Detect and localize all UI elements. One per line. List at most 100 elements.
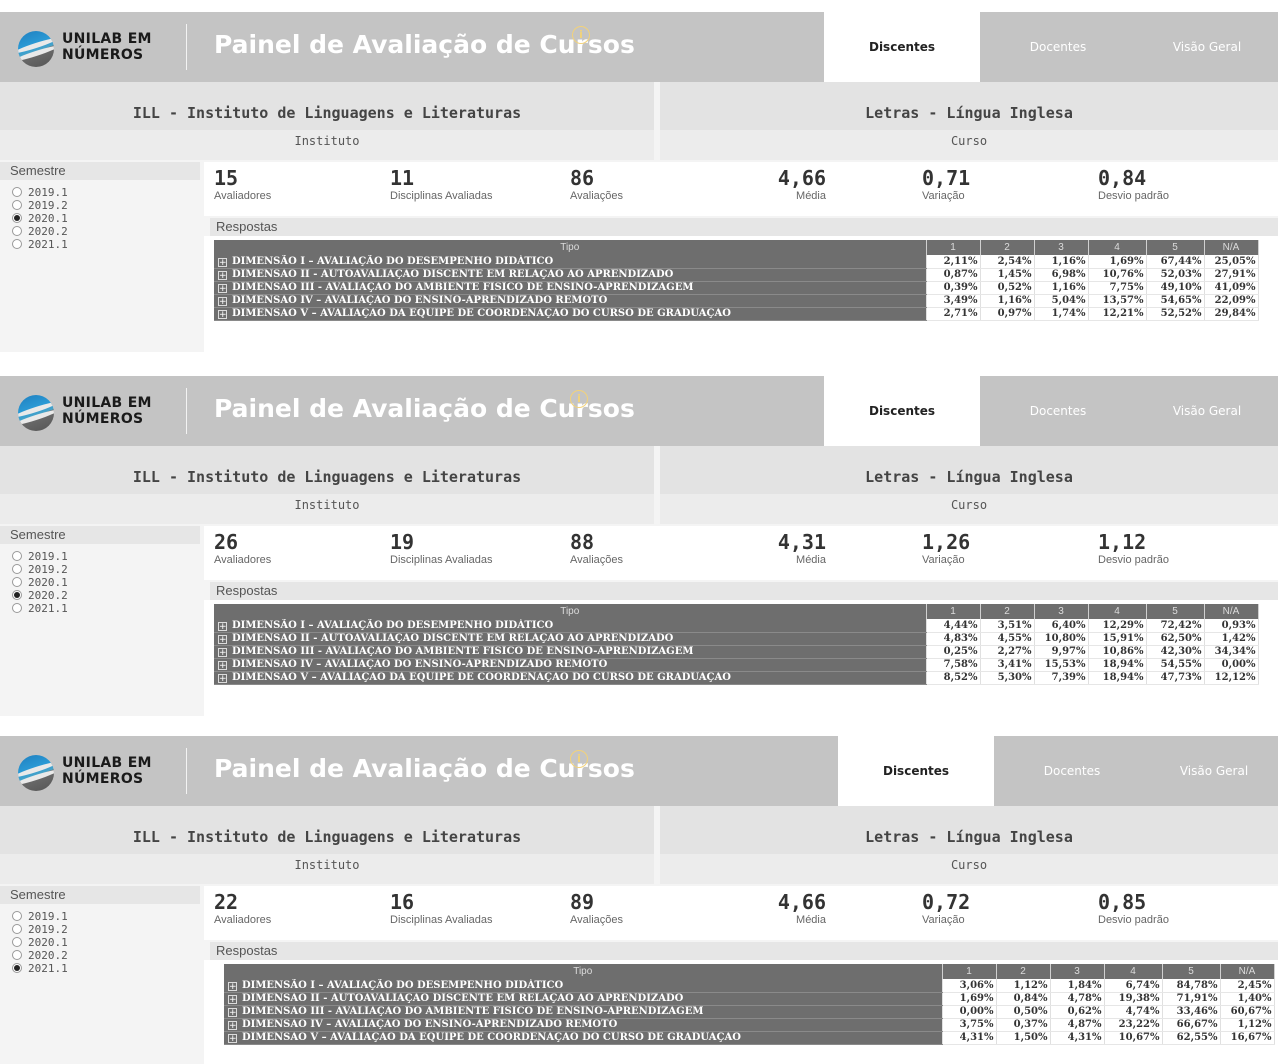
tab-docentes[interactable]: Docentes [980, 376, 1136, 446]
semester-option-2020-1[interactable]: 2020.1 [12, 576, 68, 589]
semester-option-2019-1[interactable]: 2019.1 [12, 186, 68, 199]
radio-button-icon[interactable] [12, 950, 22, 960]
column-header-na[interactable]: N/A [1204, 240, 1259, 255]
column-header-4[interactable]: 4 [1104, 964, 1163, 979]
expand-plus-icon[interactable]: + [218, 674, 227, 683]
column-header-5[interactable]: 5 [1162, 964, 1221, 979]
radio-button-icon[interactable] [12, 551, 22, 561]
radio-button-icon[interactable] [12, 239, 22, 249]
semester-option-2019-2[interactable]: 2019.2 [12, 563, 68, 576]
radio-button-icon[interactable] [12, 226, 22, 236]
semester-option-2020-2[interactable]: 2020.2 [12, 949, 68, 962]
radio-button-icon[interactable] [12, 590, 22, 600]
radio-button-icon[interactable] [12, 564, 22, 574]
column-header-tipo[interactable]: Tipo [214, 604, 927, 619]
info-circle-icon[interactable]: i [572, 26, 590, 44]
radio-button-icon[interactable] [12, 937, 22, 947]
column-header-1[interactable]: 1 [926, 604, 981, 619]
info-circle-icon[interactable]: i [570, 390, 588, 408]
expand-plus-icon[interactable]: + [218, 284, 227, 293]
radio-button-icon[interactable] [12, 911, 22, 921]
unilab-logo[interactable]: UNILAB EM NÚMEROS [18, 393, 168, 431]
dimension-cell[interactable]: + DIMENSÃO V – AVALIAÇÃO DA EQUIPE DE COO… [214, 307, 927, 321]
column-header-2[interactable]: 2 [996, 964, 1051, 979]
dimension-cell[interactable]: + DIMENSÃO V – AVALIAÇÃO DA EQUIPE DE COO… [224, 1031, 943, 1045]
dimension-cell[interactable]: + DIMENSÃO I – AVALIAÇÃO DO DESEMPENHO DI… [224, 979, 943, 993]
expand-plus-icon[interactable]: + [218, 271, 227, 280]
column-header-3[interactable]: 3 [1034, 240, 1089, 255]
dimension-cell[interactable]: + DIMENSÃO III - AVALIAÇÃO DO AMBIENTE FÍ… [214, 645, 927, 659]
dimension-cell[interactable]: + DIMENSÃO IV – AVALIAÇÃO DO ENSINO-APREN… [214, 658, 927, 672]
semester-option-2019-2[interactable]: 2019.2 [12, 199, 68, 212]
column-header-1[interactable]: 1 [926, 240, 981, 255]
expand-plus-icon[interactable]: + [218, 661, 227, 670]
dimension-cell[interactable]: + DIMENSÃO II - AUTOAVALIAÇÃO DISCENTE EM… [214, 268, 927, 282]
dimension-cell[interactable]: + DIMENSÃO IV – AVALIAÇÃO DO ENSINO-APREN… [224, 1018, 943, 1032]
radio-button-icon[interactable] [12, 213, 22, 223]
tab-discentes[interactable]: Discentes [824, 12, 980, 82]
institute-card[interactable]: ILL - Instituto de Linguagens e Literatu… [0, 446, 654, 524]
semester-option-2019-2[interactable]: 2019.2 [12, 923, 68, 936]
tab-discentes[interactable]: Discentes [838, 736, 994, 806]
column-header-1[interactable]: 1 [942, 964, 997, 979]
radio-button-icon[interactable] [12, 603, 22, 613]
semester-option-2020-2[interactable]: 2020.2 [12, 225, 68, 238]
dimension-cell[interactable]: + DIMENSÃO IV – AVALIAÇÃO DO ENSINO-APREN… [214, 294, 927, 308]
expand-plus-icon[interactable]: + [228, 981, 237, 991]
radio-button-icon[interactable] [12, 187, 22, 197]
column-header-3[interactable]: 3 [1050, 964, 1105, 979]
expand-plus-icon[interactable]: + [228, 1021, 237, 1030]
course-card[interactable]: Letras - Língua Inglesa Curso [660, 806, 1278, 884]
institute-card[interactable]: ILL - Instituto de Linguagens e Literatu… [0, 82, 654, 160]
expand-plus-icon[interactable]: + [228, 1008, 237, 1017]
semester-option-2019-1[interactable]: 2019.1 [12, 550, 68, 563]
unilab-logo[interactable]: UNILAB EM NÚMEROS [18, 29, 168, 67]
expand-plus-icon[interactable]: + [218, 648, 227, 657]
dimension-cell[interactable]: + DIMENSÃO II - AUTOAVALIAÇÃO DISCENTE EM… [214, 632, 927, 646]
semester-option-2021-1[interactable]: 2021.1 [12, 962, 68, 975]
column-header-4[interactable]: 4 [1088, 604, 1147, 619]
column-header-3[interactable]: 3 [1034, 604, 1089, 619]
info-circle-icon[interactable]: i [570, 750, 588, 768]
tab-visao-geral[interactable]: Visão Geral [1150, 736, 1278, 806]
semester-option-2020-2[interactable]: 2020.2 [12, 589, 68, 602]
dimension-cell[interactable]: + DIMENSÃO III - AVALIAÇÃO DO AMBIENTE FÍ… [224, 1005, 943, 1019]
expand-plus-icon[interactable]: + [218, 297, 227, 306]
column-header-2[interactable]: 2 [980, 240, 1035, 255]
dimension-cell[interactable]: + DIMENSÃO I – AVALIAÇÃO DO DESEMPENHO DI… [214, 255, 927, 269]
semester-option-2021-1[interactable]: 2021.1 [12, 602, 68, 615]
expand-plus-icon[interactable]: + [218, 310, 227, 319]
expand-plus-icon[interactable]: + [218, 257, 227, 267]
column-header-tipo[interactable]: Tipo [224, 964, 943, 979]
expand-plus-icon[interactable]: + [228, 1034, 237, 1043]
semester-option-2021-1[interactable]: 2021.1 [12, 238, 68, 251]
expand-plus-icon[interactable]: + [218, 635, 227, 644]
semester-option-2020-1[interactable]: 2020.1 [12, 212, 68, 225]
dimension-cell[interactable]: + DIMENSÃO I – AVALIAÇÃO DO DESEMPENHO DI… [214, 619, 927, 633]
radio-button-icon[interactable] [12, 963, 22, 973]
semester-option-2020-1[interactable]: 2020.1 [12, 936, 68, 949]
dimension-cell[interactable]: + DIMENSÃO III - AVALIAÇÃO DO AMBIENTE FÍ… [214, 281, 927, 295]
column-header-tipo[interactable]: Tipo [214, 240, 927, 255]
expand-plus-icon[interactable]: + [218, 621, 227, 631]
column-header-na[interactable]: N/A [1204, 604, 1259, 619]
institute-card[interactable]: ILL - Instituto de Linguagens e Literatu… [0, 806, 654, 884]
column-header-4[interactable]: 4 [1088, 240, 1147, 255]
unilab-logo[interactable]: UNILAB EM NÚMEROS [18, 753, 168, 791]
semester-option-2019-1[interactable]: 2019.1 [12, 910, 68, 923]
tab-docentes[interactable]: Docentes [994, 736, 1150, 806]
radio-button-icon[interactable] [12, 200, 22, 210]
expand-plus-icon[interactable]: + [228, 995, 237, 1004]
column-header-2[interactable]: 2 [980, 604, 1035, 619]
course-card[interactable]: Letras - Língua Inglesa Curso [660, 82, 1278, 160]
column-header-na[interactable]: N/A [1220, 964, 1275, 979]
tab-visao-geral[interactable]: Visão Geral [1136, 376, 1278, 446]
dimension-cell[interactable]: + DIMENSÃO V – AVALIAÇÃO DA EQUIPE DE COO… [214, 671, 927, 685]
radio-button-icon[interactable] [12, 577, 22, 587]
radio-button-icon[interactable] [12, 924, 22, 934]
tab-discentes[interactable]: Discentes [824, 376, 980, 446]
dimension-cell[interactable]: + DIMENSÃO II - AUTOAVALIAÇÃO DISCENTE EM… [224, 992, 943, 1006]
column-header-5[interactable]: 5 [1146, 604, 1205, 619]
tab-visao-geral[interactable]: Visão Geral [1136, 12, 1278, 82]
column-header-5[interactable]: 5 [1146, 240, 1205, 255]
